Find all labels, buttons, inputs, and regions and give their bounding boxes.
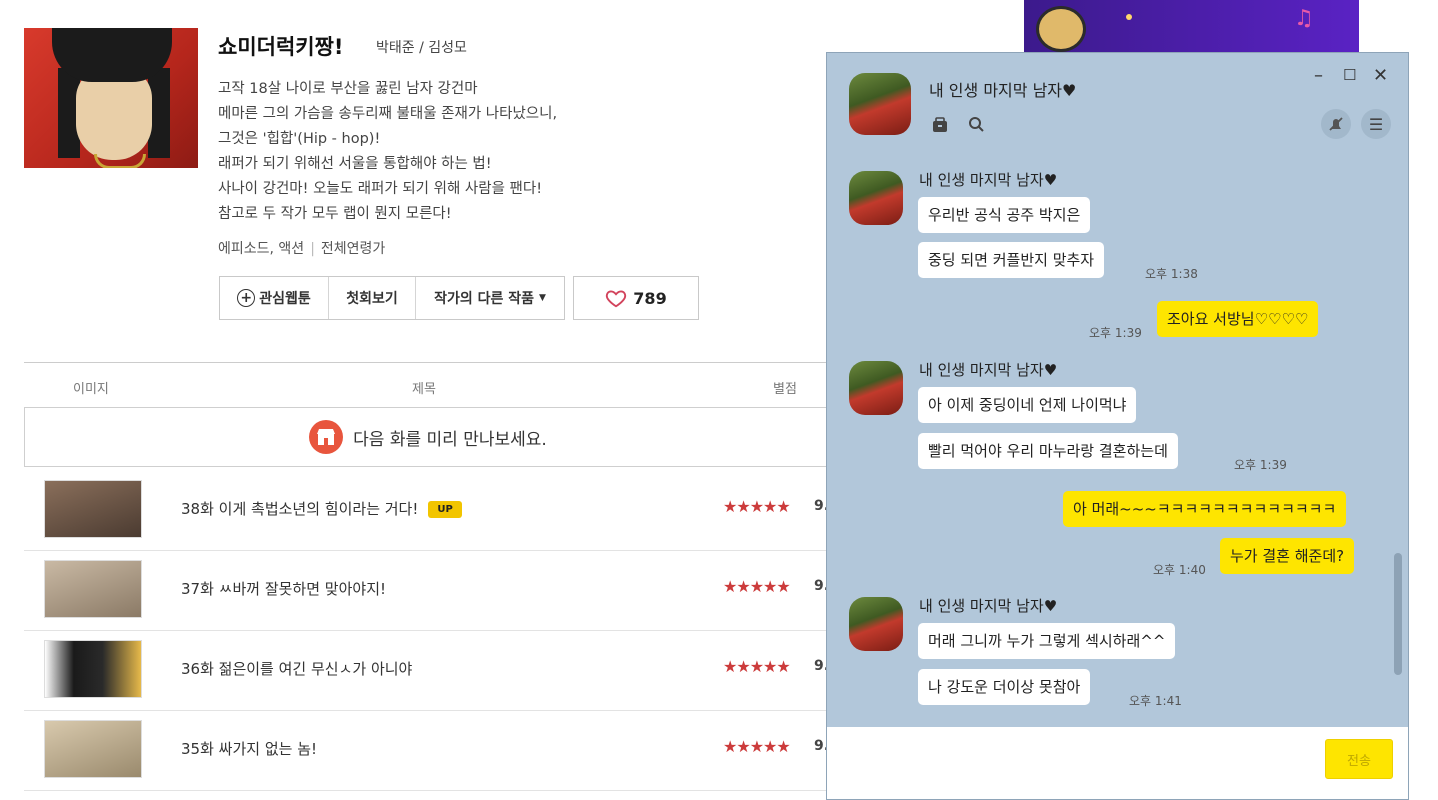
message-bubble[interactable]: 아 이제 중딩이네 언제 나이먹냐 <box>918 387 1137 423</box>
column-header-image: 이미지 <box>73 382 109 397</box>
message-input-area[interactable]: 전송 <box>827 727 1408 799</box>
synopsis-line: 사나이 강건마! 오늘도 래퍼가 되기 위해 사람을 팬다! <box>218 181 543 197</box>
synopsis-line: 참고로 두 작가 모두 랩이 뭔지 모른다! <box>218 206 452 222</box>
close-icon[interactable]: ✕ <box>1373 65 1388 86</box>
chat-scrollbar[interactable] <box>1394 553 1402 675</box>
episode-row[interactable]: 35화 싸가지 없는 놈! ★★★★★ 9. <box>24 710 830 791</box>
preview-text: 다음 화를 미리 만나보세요. <box>353 429 547 450</box>
search-icon[interactable] <box>967 115 987 135</box>
episode-thumbnail <box>44 560 142 618</box>
column-header-title: 제목 <box>412 382 436 397</box>
top-banner-ad[interactable]: ♫ <box>1024 0 1359 54</box>
episode-thumbnail <box>44 640 142 698</box>
message-bubble[interactable]: 빨리 먹어야 우리 마누라랑 결혼하는데 <box>918 433 1178 469</box>
episode-title: 38화 이게 촉법소년의 힘이라는 거다! UP <box>181 498 462 519</box>
webtoon-title: 쇼미더럭키짱! <box>218 35 344 59</box>
age-rating: 전체연령가 <box>320 241 386 257</box>
notification-off-button[interactable] <box>1321 109 1351 139</box>
my-message-bubble[interactable]: 누가 결혼 해준데? <box>1220 538 1355 574</box>
message-bubble[interactable]: 머래 그니까 누가 그렇게 섹시하래^^ <box>918 623 1176 659</box>
sender-name: 내 인생 마지막 남자♥ <box>919 361 1058 379</box>
star-rating: ★★★★★ <box>723 577 791 596</box>
webtoon-cover-image <box>24 28 198 168</box>
star-rating: ★★★★★ <box>723 657 791 676</box>
genre-info: 에피소드, 액션 | 전체연령가 <box>218 241 386 257</box>
message-time: 오후 1:38 <box>1145 267 1198 281</box>
synopsis-line: 고작 18살 나이로 부산을 꿇린 남자 강건마 <box>218 81 478 97</box>
message-bubble[interactable]: 나 강도운 더이상 못참아 <box>918 669 1091 705</box>
sender-name: 내 인생 마지막 남자♥ <box>919 171 1058 189</box>
synopsis-line: 그것은 '힙합'(Hip - hop)! <box>218 131 381 147</box>
message-time: 오후 1:40 <box>1153 563 1206 577</box>
minimize-icon[interactable]: – <box>1314 65 1323 86</box>
synopsis-line: 메마른 그의 가슴을 송두리째 불태울 존재가 나타났으니, <box>218 106 558 122</box>
drum-image <box>1036 6 1086 52</box>
next-episode-preview-banner[interactable]: 다음 화를 미리 만나보세요. <box>24 407 832 467</box>
like-count: 789 <box>633 288 667 308</box>
heart-icon <box>606 290 627 308</box>
sender-avatar[interactable] <box>849 361 903 415</box>
sender-name: 내 인생 마지막 남자♥ <box>919 597 1058 615</box>
menu-icon[interactable]: ☰ <box>1361 109 1391 139</box>
other-works-dropdown[interactable]: 작가의 다른 작품 ▼ <box>416 277 564 319</box>
message-time: 오후 1:39 <box>1234 458 1287 472</box>
chat-room-avatar[interactable] <box>849 73 911 135</box>
like-button[interactable]: 789 <box>573 276 699 320</box>
bell-off-icon <box>1329 117 1343 131</box>
star-rating: ★★★★★ <box>723 497 791 516</box>
episode-thumbnail <box>44 480 142 538</box>
sender-avatar[interactable] <box>849 597 903 651</box>
music-note-icon: ♫ <box>1294 6 1314 31</box>
episode-row[interactable]: 37화 ㅆ바꺼 잘못하면 맞아야지! ★★★★★ 9. <box>24 550 830 631</box>
episode-title: 36화 젊은이를 여긴 무신ㅅ가 아니야 <box>181 660 413 678</box>
message-time: 오후 1:41 <box>1129 694 1182 708</box>
webtoon-synopsis: 고작 18살 나이로 부산을 꿇린 남자 강건마 메마른 그의 가슴을 송두리째… <box>218 77 557 227</box>
star-rating: ★★★★★ <box>723 737 791 756</box>
up-badge: UP <box>428 501 462 518</box>
episode-title: 37화 ㅆ바꺼 잘못하면 맞아야지! <box>181 580 387 598</box>
caret-down-icon: ▼ <box>539 293 546 303</box>
maximize-icon[interactable]: ☐ <box>1343 66 1356 84</box>
my-message-bubble[interactable]: 아 머래~~~ㅋㅋㅋㅋㅋㅋㅋㅋㅋㅋㅋㅋㅋ <box>1063 491 1347 527</box>
episode-thumbnail <box>44 720 142 778</box>
interest-webtoon-button[interactable]: + 관심웹툰 <box>220 277 329 319</box>
chat-header: 내 인생 마지막 남자♥ – ☐ ✕ ☰ <box>827 53 1408 149</box>
list-divider <box>24 362 830 363</box>
episode-row[interactable]: 38화 이게 촉법소년의 힘이라는 거다! UP ★★★★★ 9. <box>24 470 830 551</box>
message-bubble[interactable]: 중딩 되면 커플반지 맞추자 <box>918 242 1105 278</box>
sender-avatar[interactable] <box>849 171 903 225</box>
genre-label: 에피소드, 액션 <box>218 241 305 257</box>
message-bubble[interactable]: 우리반 공식 공주 박지은 <box>918 197 1091 233</box>
interest-label: 관심웹툰 <box>259 291 311 307</box>
send-button[interactable]: 전송 <box>1325 739 1393 779</box>
chat-window: 내 인생 마지막 남자♥ – ☐ ✕ ☰ 내 인생 마지막 남자♥ 우리반 공식… <box>826 52 1409 800</box>
first-episode-button[interactable]: 첫회보기 <box>329 277 416 319</box>
drawer-icon[interactable] <box>930 115 950 135</box>
my-message-bubble[interactable]: 조아요 서방님♡♡♡♡ <box>1157 301 1319 337</box>
action-button-group: + 관심웹툰 첫회보기 작가의 다른 작품 ▼ <box>219 276 565 320</box>
other-works-label: 작가의 다른 작품 <box>434 291 534 307</box>
column-header-rating: 별점 <box>773 382 797 397</box>
chat-room-title: 내 인생 마지막 남자♥ <box>929 81 1077 100</box>
store-icon <box>309 420 344 454</box>
synopsis-line: 래퍼가 되기 위해선 서울을 통합해야 하는 법! <box>218 156 492 172</box>
sparkle-decoration <box>1126 14 1132 20</box>
message-time: 오후 1:39 <box>1089 326 1142 340</box>
episode-row[interactable]: 36화 젊은이를 여긴 무신ㅅ가 아니야 ★★★★★ 9. <box>24 630 830 711</box>
plus-circle-icon: + <box>237 289 256 307</box>
episode-title: 35화 싸가지 없는 놈! <box>181 740 318 758</box>
webtoon-authors[interactable]: 박태준 / 김성모 <box>376 37 467 57</box>
